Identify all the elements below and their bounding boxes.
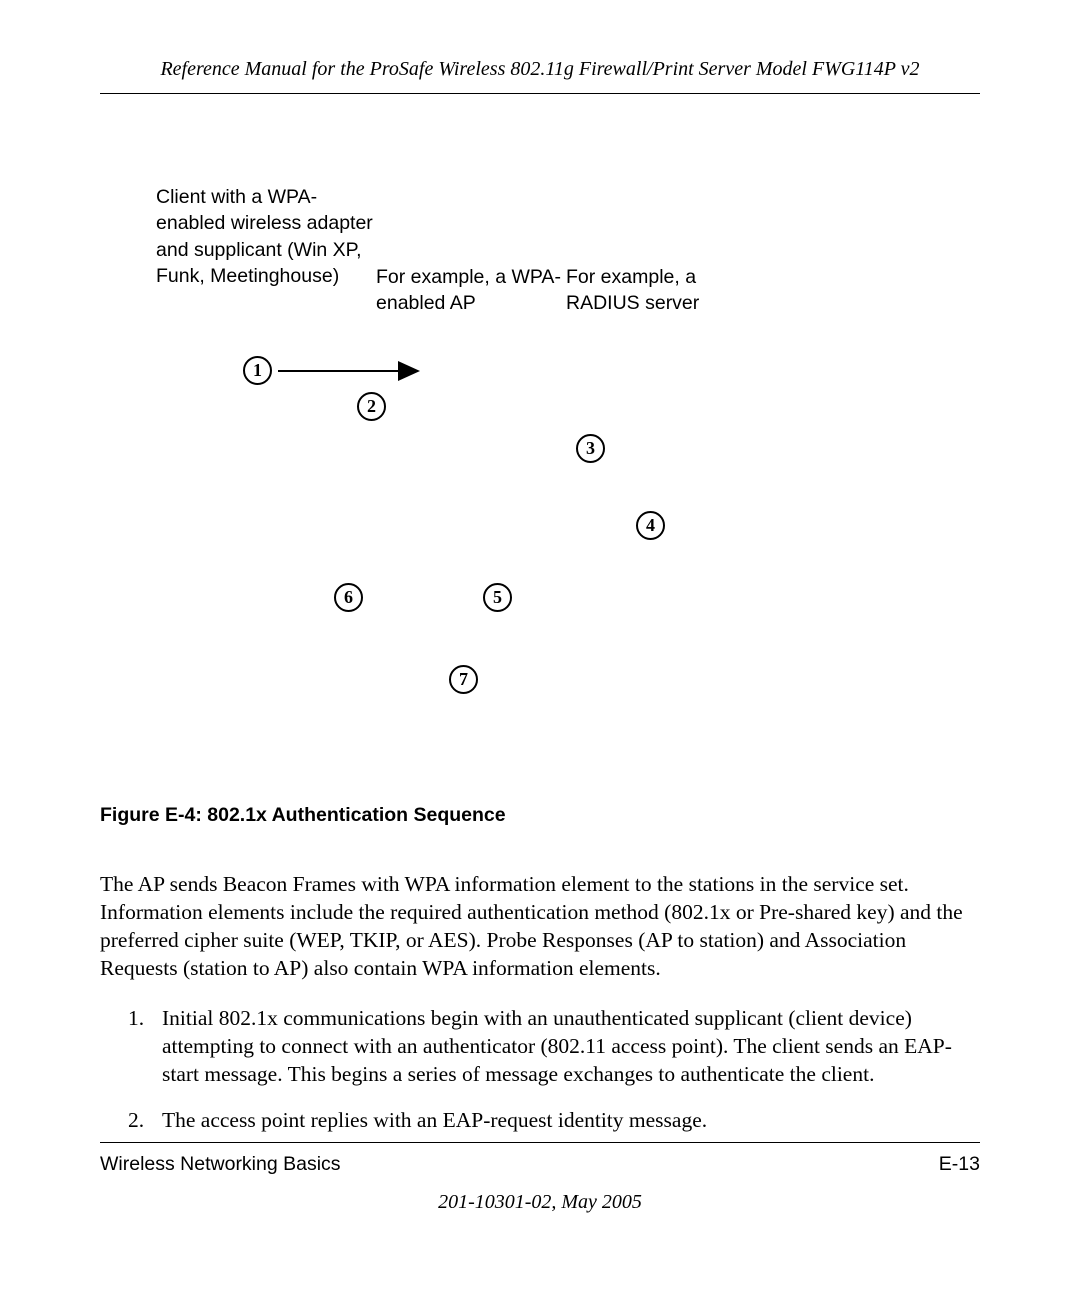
list-item: 1. Initial 802.1x communications begin w… [128,1005,980,1089]
label-access-point: For example, a WPA-enabled AP [376,264,576,317]
step-circle-3: 3 [576,434,605,463]
footer-page-number: E-13 [939,1153,980,1176]
footer-document-id: 201-10301-02, May 2005 [0,1191,1080,1214]
figure-caption: Figure E-4: 802.1x Authentication Sequen… [100,804,980,827]
list-text: Initial 802.1x communications begin with… [162,1005,980,1089]
body-paragraph: The AP sends Beacon Frames with WPA info… [100,871,980,983]
label-radius-server: For example, a RADIUS server [566,264,766,317]
page-footer: Wireless Networking Basics E-13 [100,1142,980,1176]
page-header: Reference Manual for the ProSafe Wireles… [100,58,980,94]
label-client: Client with a WPA-enabled wireless adapt… [156,184,386,289]
list-number: 2. [128,1107,162,1135]
arrow-head-icon [398,361,420,381]
list-item: 2. The access point replies with an EAP-… [128,1107,980,1135]
step-circle-1: 1 [243,356,272,385]
step-circle-5: 5 [483,583,512,612]
step-circle-7: 7 [449,665,478,694]
step-circle-2: 2 [357,392,386,421]
list-number: 1. [128,1005,162,1089]
step-circle-6: 6 [334,583,363,612]
figure-diagram: Client with a WPA-enabled wireless adapt… [100,184,980,764]
step-circle-4: 4 [636,511,665,540]
list-text: The access point replies with an EAP-req… [162,1107,980,1135]
footer-section-title: Wireless Networking Basics [100,1153,341,1176]
ordered-list: 1. Initial 802.1x communications begin w… [100,1005,980,1135]
arrow-line [278,370,398,372]
